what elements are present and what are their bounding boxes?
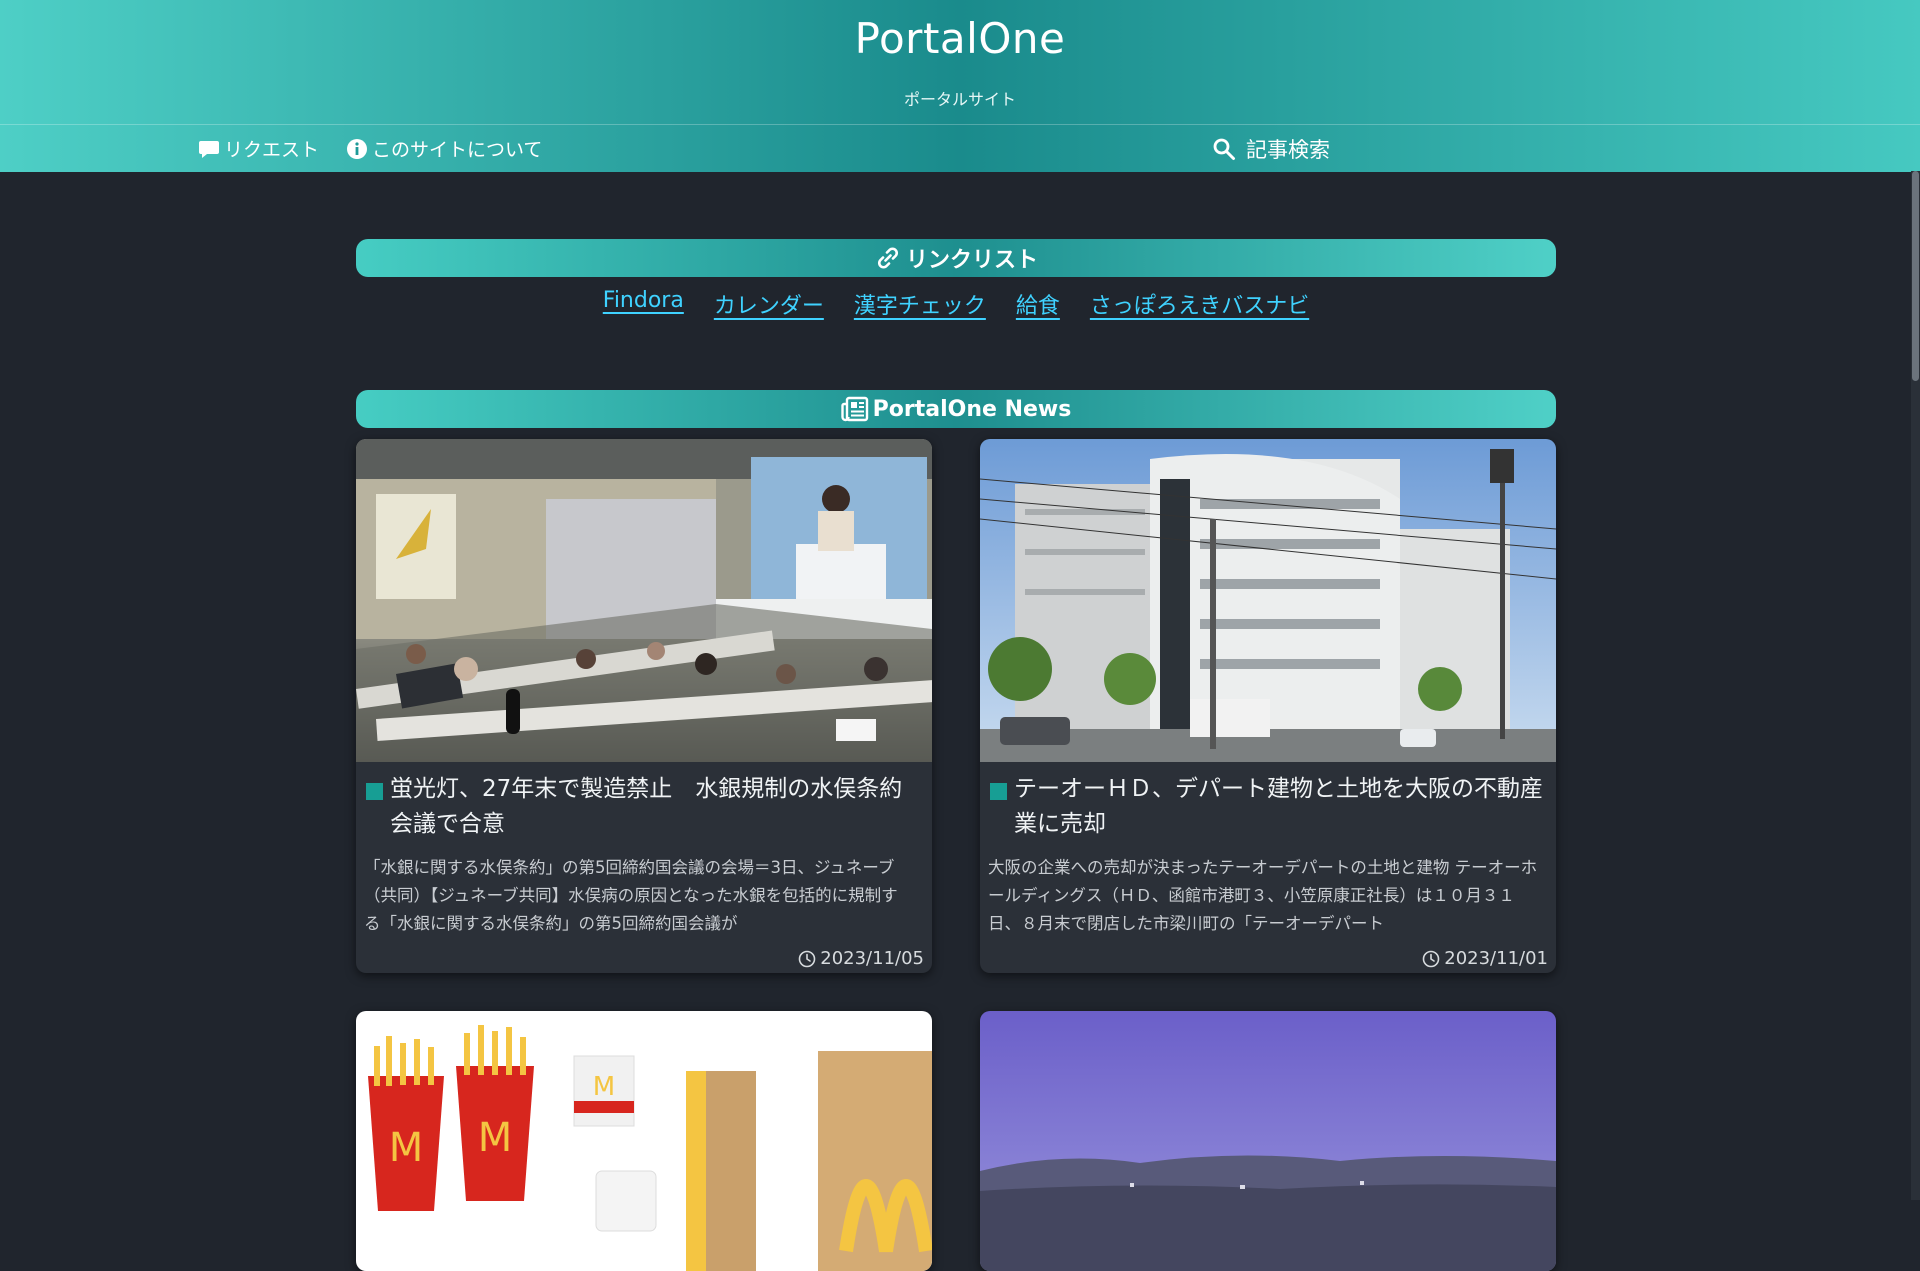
sky-landscape-photo[interactable]	[980, 1011, 1556, 1271]
search-label: 記事検索	[1246, 137, 1330, 162]
site-header: PortalOne ポータルサイト	[0, 0, 1920, 124]
site-title[interactable]: PortalOne	[0, 14, 1920, 63]
navbar: リクエスト このサイトについて 記事検索	[0, 124, 1920, 172]
svg-text:M: M	[478, 1115, 513, 1161]
nav-about-link[interactable]: このサイトについて	[346, 125, 542, 172]
article-date: 2023/11/01	[1422, 948, 1548, 969]
article-excerpt: 「水銀に関する水俣条約」の第5回締約国会議の会場＝3日、ジュネーブ（共同）【ジュ…	[364, 858, 898, 933]
article-title[interactable]: 蛍光灯、27年末で製造禁止 水銀規制の水俣条約会議で合意	[366, 772, 920, 842]
scrollbar[interactable]	[1911, 171, 1920, 1200]
conference-hall-photo[interactable]	[356, 439, 932, 762]
article-date-text: 2023/11/05	[820, 948, 924, 969]
article-date-text: 2023/11/01	[1444, 948, 1548, 969]
nav-about-label: このサイトについて	[372, 139, 543, 161]
scrollbar-thumb[interactable]	[1912, 171, 1919, 381]
svg-text:M: M	[389, 1125, 424, 1171]
search-icon	[1213, 138, 1235, 160]
news-header: PortalOne News	[356, 390, 1556, 428]
link-kanji-check[interactable]: 漢字チェック	[854, 288, 986, 320]
link-list-header: リンクリスト	[356, 239, 1556, 277]
news-card[interactable]: 蛍光灯、27年末で製造禁止 水銀規制の水俣条約会議で合意 「水銀に関する水俣条約…	[356, 439, 932, 973]
clock-icon	[798, 950, 816, 967]
newspaper-icon	[840, 396, 868, 422]
link-sapporo-bus-navi[interactable]: さっぽろえきバスナビ	[1090, 288, 1309, 320]
nav-request-link[interactable]: リクエスト	[198, 125, 319, 172]
article-excerpt: 大阪の企業への売却が決まったテーオーデパートの土地と建物 テーオーホールディング…	[988, 858, 1538, 933]
comment-icon	[199, 140, 219, 158]
article-title[interactable]: テーオーＨＤ、デパート建物と土地を大阪の不動産業に売却	[990, 772, 1544, 842]
news-card[interactable]: M M M	[356, 1011, 932, 1271]
news-card[interactable]	[980, 1011, 1556, 1271]
link-list: Findora カレンダー 漢字チェック 給食 さっぽろえきバスナビ	[356, 288, 1556, 320]
news-title: PortalOne News	[872, 396, 1072, 422]
info-icon	[347, 138, 367, 159]
link-findora[interactable]: Findora	[603, 288, 684, 320]
link-icon	[877, 247, 899, 269]
link-calendar[interactable]: カレンダー	[714, 288, 824, 320]
site-subtitle: ポータルサイト	[903, 90, 1016, 109]
svg-text:M: M	[593, 1072, 615, 1102]
search-button[interactable]: 記事検索	[1212, 125, 1330, 172]
nav-request-label: リクエスト	[224, 139, 320, 161]
article-date: 2023/11/05	[798, 948, 924, 969]
fast-food-packaging-photo[interactable]: M M M	[356, 1011, 932, 1271]
link-school-lunch[interactable]: 給食	[1016, 288, 1060, 320]
news-card[interactable]: テーオーＨＤ、デパート建物と土地を大阪の不動産業に売却 大阪の企業への売却が決ま…	[980, 439, 1556, 973]
clock-icon	[1422, 950, 1440, 967]
link-list-title: リンクリスト	[905, 248, 1038, 273]
department-store-building-photo[interactable]	[980, 439, 1556, 762]
